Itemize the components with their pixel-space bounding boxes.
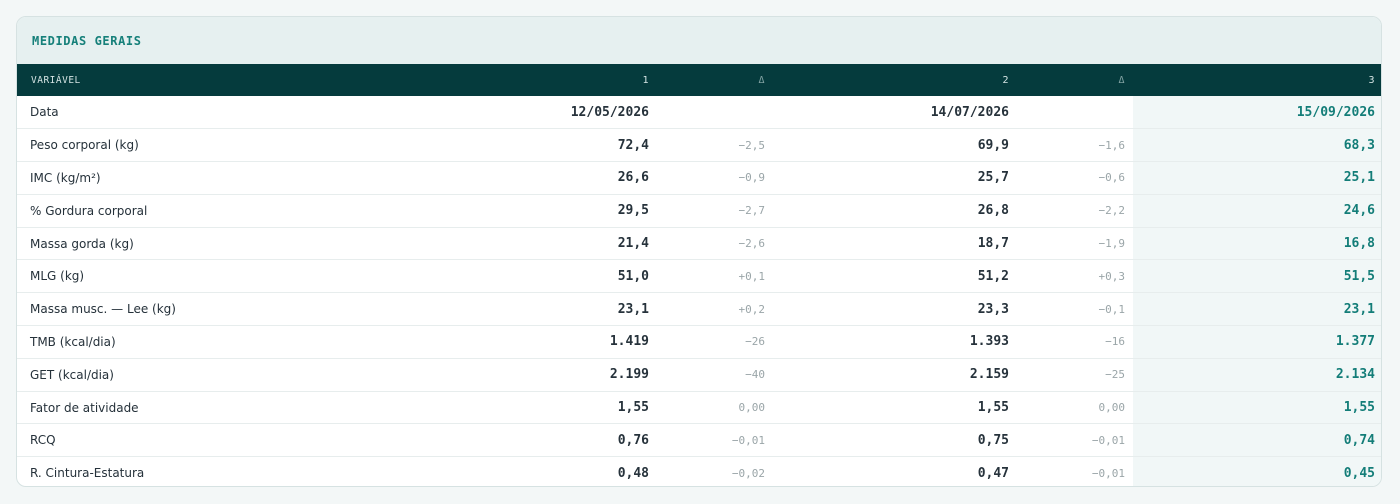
cell-delta-1: +0,2 [657,292,773,327]
section-title: MEDIDAS GERAIS [32,33,142,48]
cell-assessment-2: 0,75 [773,423,1017,458]
cell-assessment-1: 1.419 [527,325,657,359]
cell-assessment-1: 26,6 [527,161,657,195]
cell-assessment-3: 2.134 [1133,358,1381,392]
row-label: R. Cintura-Estatura [30,466,145,481]
table-row: GET (kcal/dia) 2.199 −40 2.159 −25 2.134 [17,358,1381,392]
cell-delta-2: −2,2 [1017,194,1133,228]
cell-assessment-1: 12/05/2026 [527,96,657,130]
cell-delta-2: −0,01 [1091,466,1125,480]
table-row: TMB (kcal/dia) 1.419 −26 1.393 −16 1.377 [17,325,1381,359]
cell-delta-2: −25 [1017,358,1133,392]
table-header: VARIÁVEL 1 Δ 2 Δ 3 [17,64,1381,96]
cell-assessment-3: 1,55 [1133,391,1381,425]
cell-assessment-1: 2.199 [527,358,657,392]
cell-delta-2: −0,01 [1017,423,1133,458]
cell-delta-1: −26 [657,325,773,359]
row-label: Massa gorda (kg) [17,227,527,261]
cell-delta-2: +0,3 [1017,259,1133,294]
cell-delta-2: −0,1 [1017,292,1133,327]
cell-assessment-3: 0,45 [1133,456,1381,486]
row-label: MLG (kg) [17,259,527,294]
measurements-card: MEDIDAS GERAIS VARIÁVEL 1 Δ 2 Δ 3 Data 12… [16,16,1382,487]
cell-assessment-2: 2.159 [773,358,1017,392]
cell-delta-1: −40 [657,358,773,392]
cell-assessment-3: 16,8 [1133,227,1381,261]
cell-assessment-1: 0,48 [617,465,649,481]
section-header: MEDIDAS GERAIS [17,17,1381,64]
row-label: RCQ [17,423,527,458]
cell-assessment-2: 14/07/2026 [773,96,1017,130]
cell-delta-2: −16 [1017,325,1133,359]
cell-assessment-3: 1.377 [1133,325,1381,359]
cell-assessment-3: 68,3 [1133,128,1381,163]
cell-delta-1: −2,7 [657,194,773,228]
cell-delta-1: −0,9 [657,161,773,195]
cell-assessment-3: 24,6 [1133,194,1381,228]
row-label: Peso corporal (kg) [17,128,527,163]
table-row: R. Cintura-Estatura 0,48 −0,02 0,47 −0,01 0,4… [17,456,1381,486]
table-row: RCQ 0,76 −0,01 0,75 −0,01 0,74 [17,423,1381,458]
table-row: Data 12/05/2026 14/07/2026 15/09/2026 [17,96,1381,130]
cell-delta-2: −1,6 [1017,128,1133,163]
row-label: IMC (kg/m²) [17,161,527,195]
cell-assessment-1: 29,5 [527,194,657,228]
cell-delta-1 [657,96,773,130]
row-label: Massa musc. — Lee (kg) [17,292,527,327]
cell-assessment-2: 26,8 [773,194,1017,228]
cell-delta-2: −1,9 [1017,227,1133,261]
column-header-variable: VARIÁVEL [31,74,81,86]
column-header-delta-2: Δ [1118,74,1125,86]
cell-delta-1: −0,01 [657,423,773,458]
cell-delta-2 [1017,96,1133,130]
cell-assessment-3: 0,74 [1133,423,1381,458]
cell-assessment-2: 51,2 [773,259,1017,294]
cell-assessment-3: 25,1 [1133,161,1381,195]
column-header-assessment-3: 3 [1368,74,1375,86]
cell-delta-1: 0,00 [657,391,773,425]
measurements-table: VARIÁVEL 1 Δ 2 Δ 3 Data 12/05/2026 14/07/2… [17,64,1381,486]
cell-delta-1: −2,5 [657,128,773,163]
table-row: Fator de atividade 1,55 0,00 1,55 0,00 1,55 [17,391,1381,425]
cell-assessment-3: 23,1 [1133,292,1381,327]
cell-assessment-2: 25,7 [773,161,1017,195]
column-header-assessment-1: 1 [642,74,649,86]
cell-delta-2: −0,6 [1017,161,1133,195]
cell-assessment-2: 18,7 [773,227,1017,261]
cell-assessment-1: 21,4 [527,227,657,261]
cell-assessment-2: 69,9 [773,128,1017,163]
cell-assessment-1: 23,1 [527,292,657,327]
cell-assessment-3: 15/09/2026 [1133,96,1381,130]
table-row: IMC (kg/m²) 26,6 −0,9 25,7 −0,6 25,1 [17,161,1381,195]
row-label: % Gordura corporal [17,194,527,228]
table-row: Massa musc. — Lee (kg) 23,1 +0,2 23,3 −0,1 23… [17,292,1381,327]
cell-assessment-2: 1.393 [773,325,1017,359]
cell-assessment-3: 51,5 [1133,259,1381,294]
row-label: TMB (kcal/dia) [17,325,527,359]
cell-delta-1: +0,1 [657,259,773,294]
table-body: Data 12/05/2026 14/07/2026 15/09/2026 Peso c… [17,96,1381,486]
row-label: Fator de atividade [17,391,527,425]
column-header-assessment-2: 2 [1002,74,1009,86]
table-row: MLG (kg) 51,0 +0,1 51,2 +0,3 51,5 [17,259,1381,294]
table-row: Peso corporal (kg) 72,4 −2,5 69,9 −1,6 68,3 [17,128,1381,163]
cell-assessment-1: 51,0 [527,259,657,294]
column-header-delta-1: Δ [758,74,765,86]
cell-delta-1: −2,6 [657,227,773,261]
row-label: Data [17,96,527,130]
cell-delta-2: 0,00 [1017,391,1133,425]
table-row: % Gordura corporal 29,5 −2,7 26,8 −2,2 24,6 [17,194,1381,228]
cell-assessment-1: 1,55 [527,391,657,425]
cell-delta-1: −0,02 [731,466,765,480]
cell-assessment-2: 23,3 [773,292,1017,327]
cell-assessment-2: 1,55 [773,391,1017,425]
row-label: GET (kcal/dia) [17,358,527,392]
table-row: Massa gorda (kg) 21,4 −2,6 18,7 −1,9 16,8 [17,227,1381,261]
cell-assessment-2: 0,47 [977,465,1009,481]
cell-assessment-1: 72,4 [527,128,657,163]
cell-assessment-1: 0,76 [527,423,657,458]
